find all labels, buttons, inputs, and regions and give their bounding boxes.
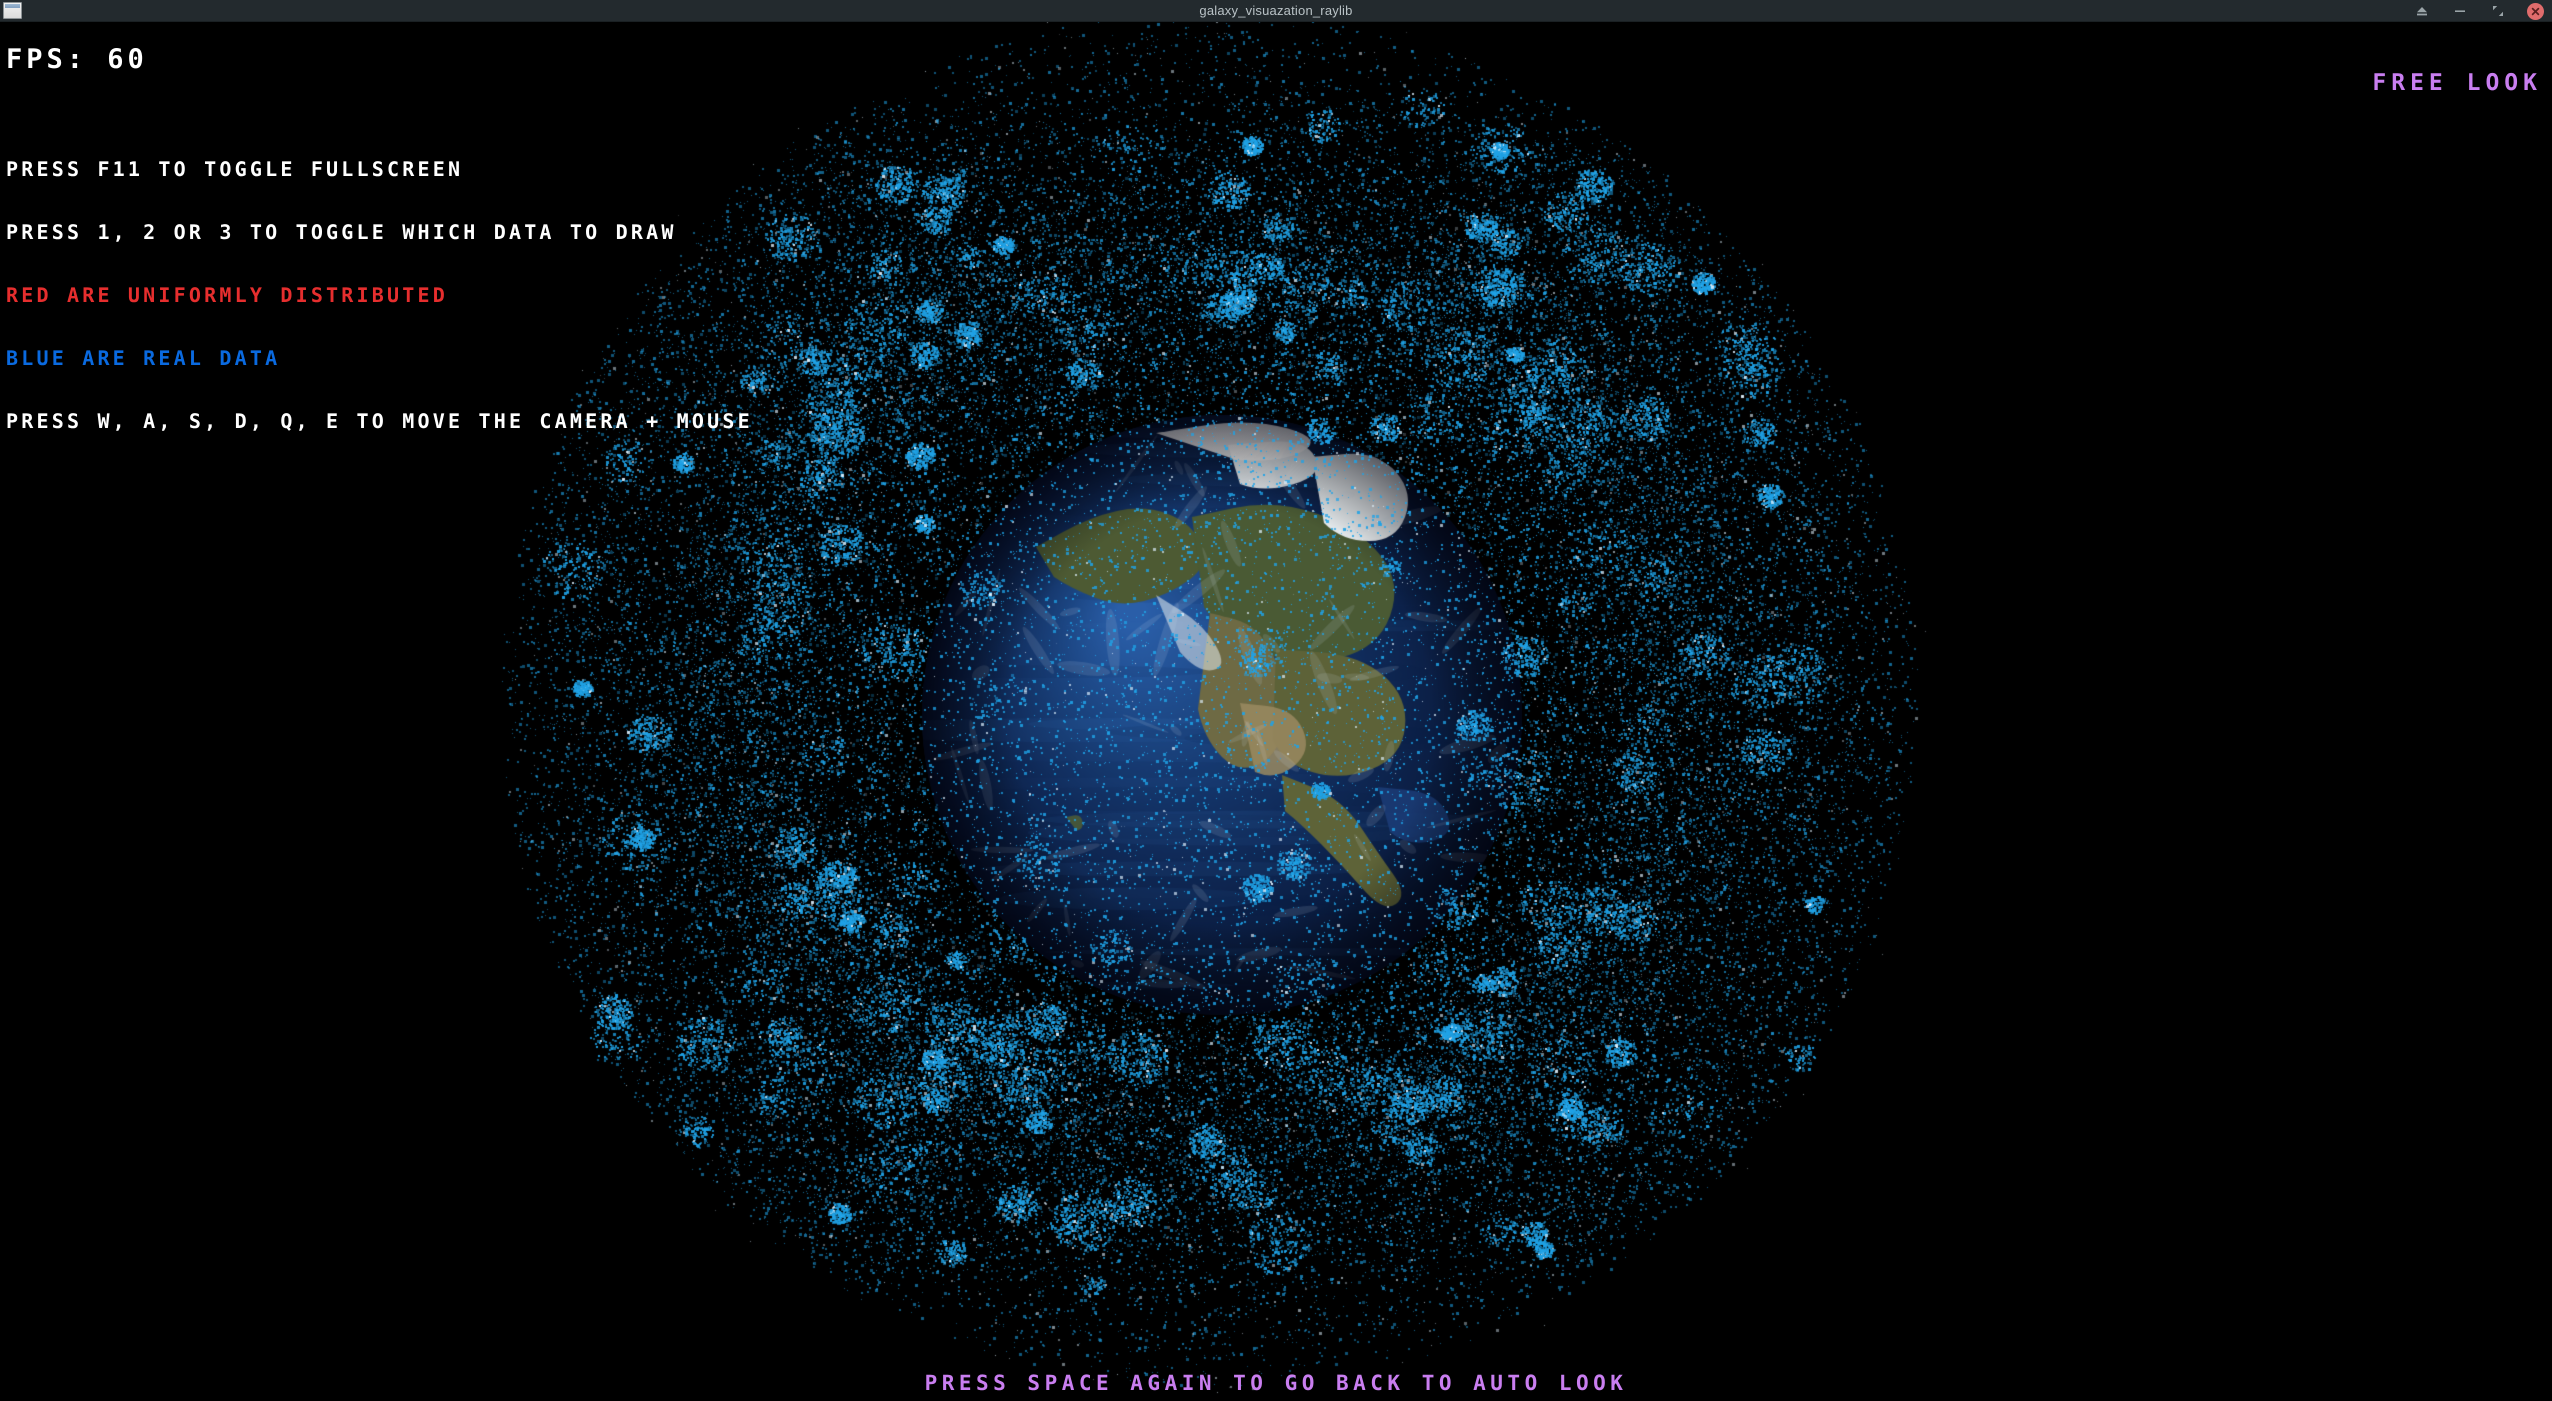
window-icon [3,2,22,19]
instruction-line-fullscreen: PRESS F11 TO TOGGLE FULLSCREEN [6,157,464,181]
instruction-line-movement: PRESS W, A, S, D, Q, E TO MOVE THE CAMER… [6,409,753,433]
window-controls [2413,0,2544,22]
titlebar: galaxy_visuazation_raylib [0,0,2552,22]
instructions-block: PRESS F11 TO TOGGLE FULLSCREEN PRESS 1, … [6,117,753,474]
maximize-icon[interactable] [2489,2,2507,20]
instruction-line-toggle-data: PRESS 1, 2 OR 3 TO TOGGLE WHICH DATA TO … [6,220,677,244]
application-window: galaxy_visuazation_raylib FPS: 60 PRESS … [0,0,2552,1401]
camera-mode-label: FREE LOOK [2372,70,2542,96]
fps-counter: FPS: 60 [6,44,148,75]
close-icon[interactable] [2527,2,2544,20]
eject-icon[interactable] [2413,2,2431,20]
minimize-icon[interactable] [2451,2,2469,20]
window-title: galaxy_visuazation_raylib [1199,3,1353,18]
legend-red-uniform: RED ARE UNIFORMLY DISTRIBUTED [6,283,448,307]
render-viewport[interactable]: FPS: 60 PRESS F11 TO TOGGLE FULLSCREEN P… [0,22,2552,1401]
bottom-hint-label: PRESS SPACE AGAIN TO GO BACK TO AUTO LOO… [924,1371,1628,1395]
legend-blue-real: BLUE ARE REAL DATA [6,346,281,370]
